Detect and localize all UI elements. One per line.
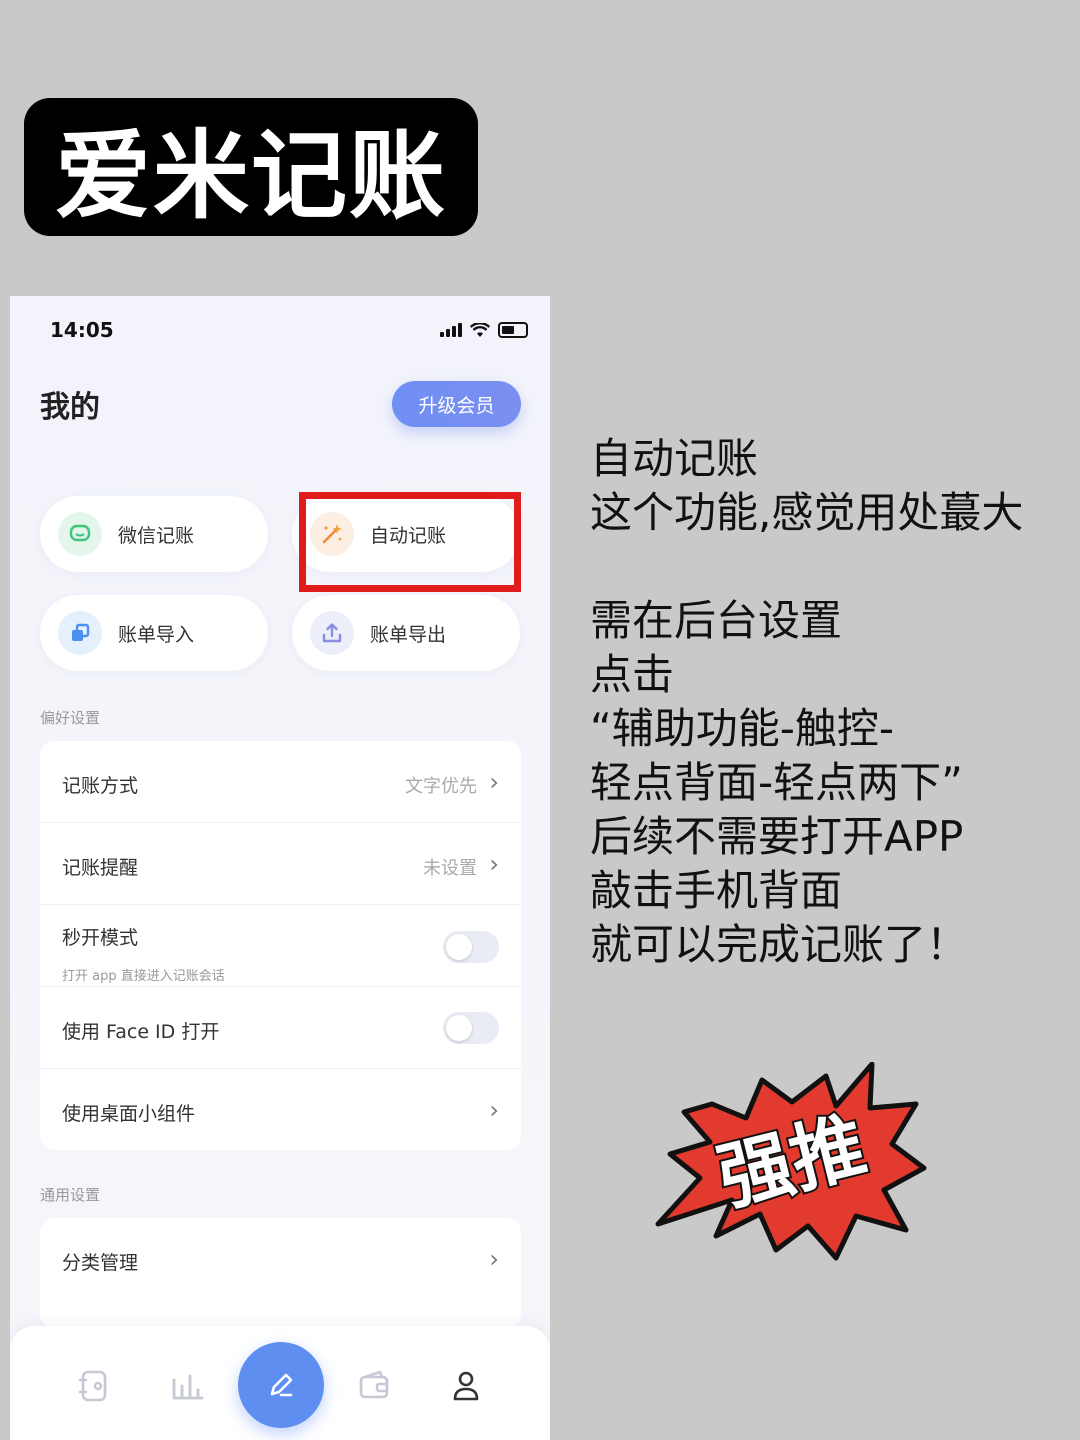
row-label: 记账提醒 xyxy=(62,857,139,879)
chevron-right-icon: › xyxy=(489,1245,499,1273)
row-sublabel: 打开 app 直接进入记账会话 xyxy=(62,969,225,984)
general-card: 分类管理 › xyxy=(40,1218,521,1328)
app-title: 爱米记账 xyxy=(55,119,447,232)
title-badge: 爱米记账 xyxy=(24,98,478,236)
settings-row-category[interactable]: 分类管理 › xyxy=(40,1218,521,1299)
wechat-icon xyxy=(58,512,102,556)
quick-open-toggle[interactable] xyxy=(443,931,499,963)
row-label: 分类管理 xyxy=(62,1252,139,1274)
tab-bar xyxy=(10,1326,550,1440)
export-bill-button[interactable]: 账单导出 xyxy=(292,595,520,671)
settings-row-reminder[interactable]: 记账提醒 未设置 › xyxy=(40,823,521,905)
import-icon xyxy=(58,611,102,655)
settings-row-face-id: 使用 Face ID 打开 xyxy=(40,987,521,1069)
quick-action-label: 微信记账 xyxy=(118,524,195,547)
export-icon xyxy=(310,611,354,655)
settings-row-bookkeeping-mode[interactable]: 记账方式 文字优先 › xyxy=(40,741,521,823)
quick-action-label: 账单导入 xyxy=(118,623,195,646)
annotation-line: 这个功能,感觉用处蕞大 xyxy=(590,488,1024,537)
status-time: 14:05 xyxy=(50,318,114,342)
annotation-line: 就可以完成记账了！ xyxy=(590,920,969,969)
wechat-bookkeeping-button[interactable]: 微信记账 xyxy=(40,496,268,572)
section-label-preferences: 偏好设置 xyxy=(40,709,101,727)
annotation-line: “辅助功能-触控- xyxy=(590,704,895,753)
annotation-line: 轻点背面-轻点两下” xyxy=(590,758,963,807)
annotation-line: 自动记账 xyxy=(590,434,759,483)
annotation-line: 需在后台设置 xyxy=(590,596,843,645)
tab-wallet[interactable] xyxy=(354,1366,394,1406)
row-value: 未设置 xyxy=(423,858,477,879)
recommend-sticker: 强推 xyxy=(655,1062,927,1261)
signal-icon xyxy=(440,323,462,337)
upgrade-member-button[interactable]: 升级会员 xyxy=(392,381,521,427)
status-icons xyxy=(440,322,528,338)
wallet-icon xyxy=(359,1370,389,1399)
settings-row-widget[interactable]: 使用桌面小组件 › xyxy=(40,1069,521,1150)
row-label: 秒开模式 xyxy=(62,927,139,949)
annotation-line: 后续不需要打开APP xyxy=(590,812,964,861)
annotation-line: 点击 xyxy=(590,650,675,699)
highlight-frame xyxy=(299,492,521,592)
settings-row-quick-open: 秒开模式 打开 app 直接进入记账会话 xyxy=(40,905,521,987)
annotation-spacer xyxy=(590,540,1060,594)
row-value: 文字优先 xyxy=(405,776,477,797)
tab-notebook[interactable] xyxy=(74,1366,114,1406)
battery-icon xyxy=(498,322,528,338)
chevron-right-icon: › xyxy=(489,768,499,796)
chevron-right-icon: › xyxy=(489,850,499,878)
annotation-text: 自动记账 这个功能,感觉用处蕞大 需在后台设置 点击 “辅助功能-触控- 轻点背… xyxy=(590,432,1060,972)
notebook-icon xyxy=(78,1370,107,1402)
pen-icon xyxy=(270,1373,293,1397)
phone-screenshot: 14:05 我的 升级会员 微信记账 自动记账 账单导入 账单导出 偏好设置 记… xyxy=(10,296,550,1440)
chevron-right-icon: › xyxy=(489,1096,499,1124)
preferences-card: 记账方式 文字优先 › 记账提醒 未设置 › 秒开模式 打开 app 直接进入记… xyxy=(40,741,521,1150)
tab-profile[interactable] xyxy=(446,1366,486,1406)
chart-icon xyxy=(172,1374,204,1400)
wifi-icon xyxy=(470,322,490,337)
row-label: 使用桌面小组件 xyxy=(62,1103,196,1125)
row-label: 记账方式 xyxy=(62,775,139,797)
row-label: 使用 Face ID 打开 xyxy=(62,1021,220,1043)
face-id-toggle[interactable] xyxy=(443,1012,499,1044)
tab-chart[interactable] xyxy=(168,1366,208,1406)
section-label-general: 通用设置 xyxy=(40,1186,101,1204)
person-icon xyxy=(453,1371,479,1401)
import-bill-button[interactable]: 账单导入 xyxy=(40,595,268,671)
add-record-button[interactable] xyxy=(238,1342,324,1428)
page-title: 我的 xyxy=(40,390,100,425)
annotation-line: 敲击手机背面 xyxy=(590,866,843,915)
quick-action-label: 账单导出 xyxy=(370,623,447,646)
